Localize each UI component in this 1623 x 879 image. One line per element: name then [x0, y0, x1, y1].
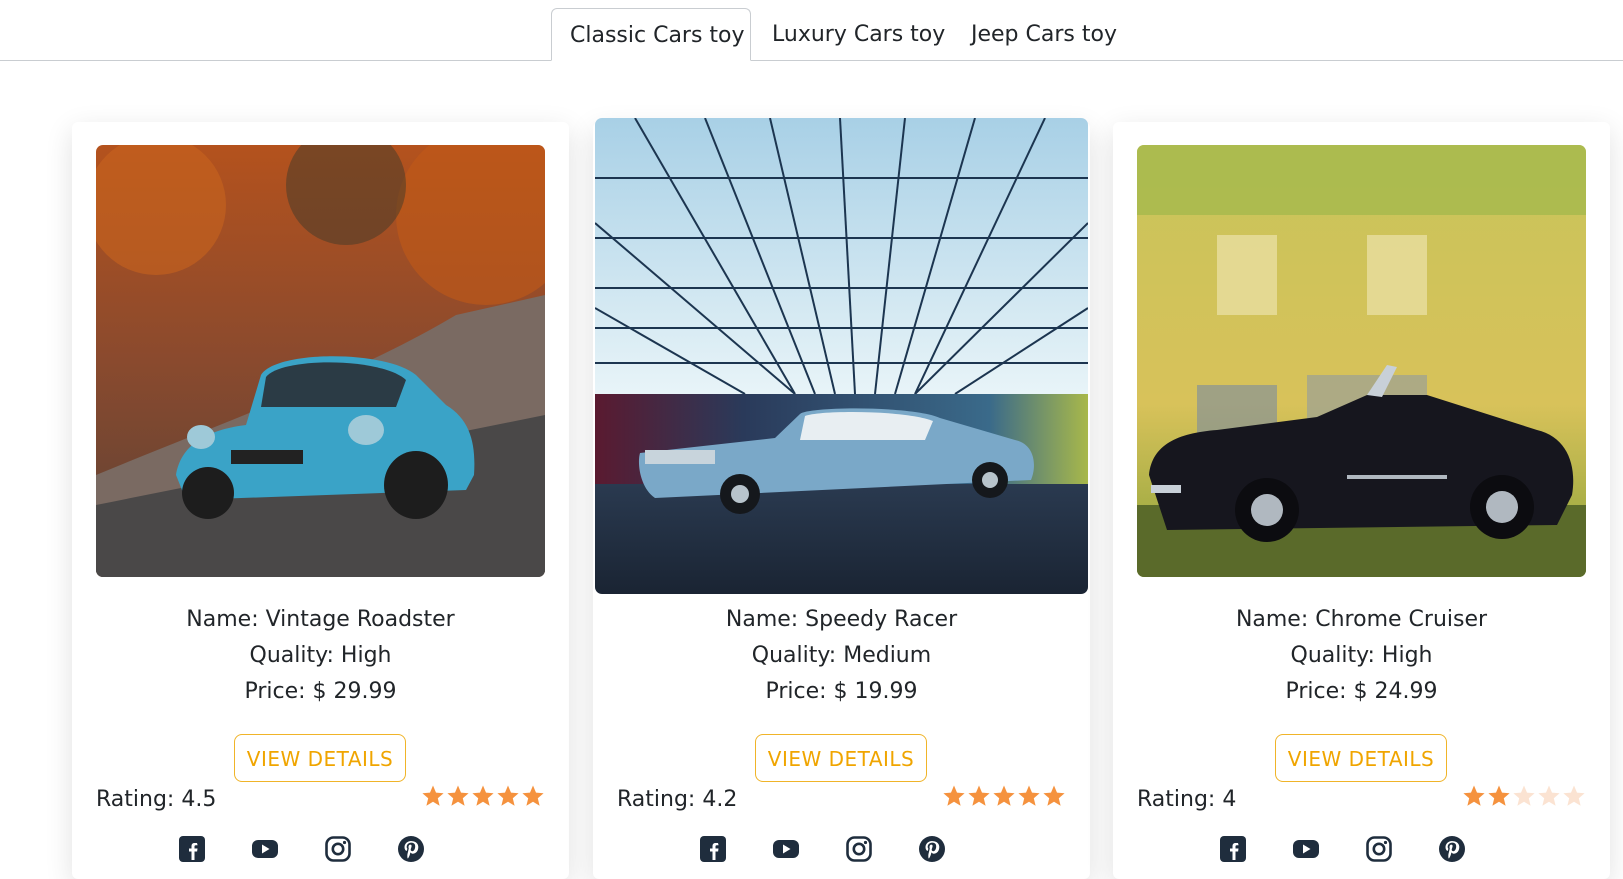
view-details-button[interactable]: VIEW DETAILS: [1275, 734, 1447, 782]
product-rating: Rating: 4.2: [617, 787, 738, 812]
social-links: [72, 835, 569, 867]
product-price: Price: $ 19.99: [765, 679, 918, 704]
view-details-button[interactable]: VIEW DETAILS: [755, 734, 927, 782]
star-empty-icon: [1563, 785, 1585, 806]
star-filled-icon: [1043, 785, 1065, 806]
product-image: [96, 145, 545, 577]
product-card: Name: Vintage Roadster Quality: High Pri…: [72, 122, 569, 879]
star-filled-icon: [447, 785, 469, 806]
pinterest-icon[interactable]: [1438, 835, 1466, 863]
view-details-button[interactable]: VIEW DETAILS: [234, 734, 406, 782]
product-image: [595, 118, 1088, 594]
facebook-icon[interactable]: [699, 835, 727, 863]
star-filled-icon: [1018, 785, 1040, 806]
star-filled-icon: [422, 785, 444, 806]
instagram-icon[interactable]: [845, 835, 873, 863]
star-filled-icon: [1488, 785, 1510, 806]
product-info: Name: Vintage Roadster Quality: High Pri…: [72, 602, 569, 710]
facebook-icon[interactable]: [1219, 835, 1247, 863]
product-price: Price: $ 29.99: [244, 679, 397, 704]
product-quality: Quality: High: [1290, 643, 1433, 668]
star-filled-icon: [1463, 785, 1485, 806]
facebook-icon[interactable]: [178, 835, 206, 863]
product-card: Name: Speedy Racer Quality: Medium Price…: [593, 118, 1090, 879]
social-links: [593, 835, 1090, 867]
product-quality: Quality: High: [249, 643, 392, 668]
star-rating: [941, 784, 1066, 810]
product-card: Name: Chrome Cruiser Quality: High Price…: [1113, 122, 1610, 879]
category-tabs: Classic Cars toy Luxury Cars toy Jeep Ca…: [0, 0, 1623, 61]
star-filled-icon: [943, 785, 965, 806]
instagram-icon[interactable]: [324, 835, 352, 863]
instagram-icon[interactable]: [1365, 835, 1393, 863]
product-info: Name: Chrome Cruiser Quality: High Price…: [1113, 602, 1610, 710]
social-links: [1113, 835, 1610, 867]
star-filled-icon: [968, 785, 990, 806]
product-quality: Quality: Medium: [751, 643, 932, 668]
tab-classic-cars[interactable]: Classic Cars toy: [551, 8, 751, 61]
pinterest-icon[interactable]: [918, 835, 946, 863]
product-name: Name: Chrome Cruiser: [1235, 607, 1488, 632]
product-name: Name: Speedy Racer: [725, 607, 958, 632]
star-filled-icon: [497, 785, 519, 806]
star-filled-icon: [472, 785, 494, 806]
star-empty-icon: [1538, 785, 1560, 806]
star-filled-icon: [993, 785, 1015, 806]
youtube-icon[interactable]: [251, 835, 279, 863]
product-name: Name: Vintage Roadster: [186, 607, 455, 632]
product-rating: Rating: 4: [1137, 787, 1237, 812]
product-image: [1137, 145, 1586, 577]
pinterest-icon[interactable]: [397, 835, 425, 863]
youtube-icon[interactable]: [772, 835, 800, 863]
star-filled-icon: [522, 785, 544, 806]
youtube-icon[interactable]: [1292, 835, 1320, 863]
product-info: Name: Speedy Racer Quality: Medium Price…: [593, 602, 1090, 710]
star-empty-icon: [1513, 785, 1535, 806]
star-rating: [420, 784, 545, 810]
tab-jeep-cars[interactable]: Jeep Cars toy: [971, 8, 1117, 61]
tab-luxury-cars[interactable]: Luxury Cars toy: [772, 8, 945, 61]
product-price: Price: $ 24.99: [1285, 679, 1438, 704]
star-rating: [1461, 784, 1586, 810]
product-rating: Rating: 4.5: [96, 787, 217, 812]
